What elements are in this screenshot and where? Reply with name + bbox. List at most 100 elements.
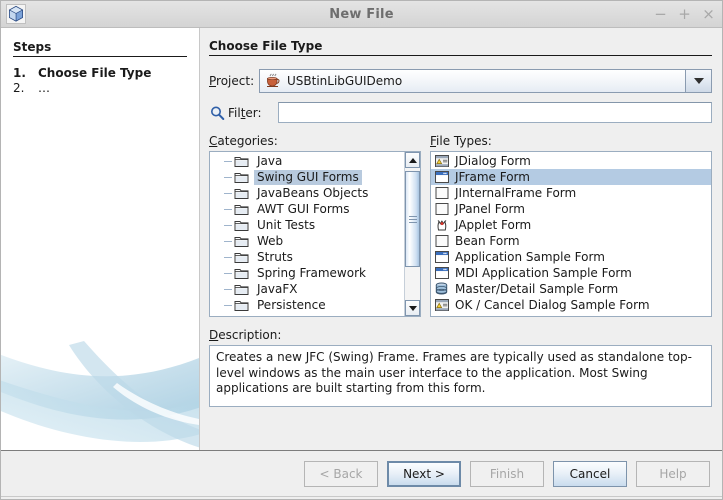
title-divider	[209, 55, 712, 56]
filter-label: Filter:	[228, 105, 262, 120]
scroll-down-button[interactable]	[405, 300, 420, 316]
categories-label: Categories:	[209, 134, 278, 148]
steps-panel: Steps 1. Choose File Type 2. …	[1, 28, 200, 450]
file-type-item[interactable]: JPanel Form	[431, 201, 711, 217]
categories-column: Categories: Java Swing GUI Forms JavaBeans…	[209, 134, 421, 317]
category-item[interactable]: Persistence	[210, 297, 404, 313]
category-item[interactable]: Spring Framework	[210, 265, 404, 281]
category-label: Unit Tests	[257, 217, 316, 232]
file-type-item[interactable]: JApplet Form	[431, 217, 711, 233]
category-label: Web	[257, 233, 284, 248]
category-item[interactable]: Unit Tests	[210, 217, 404, 233]
close-icon[interactable]: ×	[702, 6, 715, 22]
dialog-form-icon	[435, 155, 449, 167]
file-type-label: JPanel Form	[455, 202, 525, 216]
dialog-body: Steps 1. Choose File Type 2. … Choose Fi…	[1, 28, 722, 450]
cube-icon	[6, 4, 26, 24]
file-types-label: File Types:	[430, 134, 492, 148]
window-bottom-edge	[1, 496, 722, 499]
filter-input[interactable]	[278, 102, 712, 123]
mdi-application-icon	[435, 267, 449, 279]
project-combobox[interactable]: USBtinLibGUIDemo	[259, 69, 712, 93]
page-title: Choose File Type	[209, 39, 323, 53]
minimize-icon[interactable]: −	[654, 6, 667, 22]
folder-icon	[234, 300, 249, 311]
project-label: Project:	[209, 74, 255, 88]
folder-icon	[234, 220, 249, 231]
category-label: Persistence	[257, 297, 326, 312]
cancel-button[interactable]: Cancel	[553, 460, 627, 487]
file-type-item[interactable]: Master/Detail Sample Form	[431, 281, 711, 297]
step-label: …	[38, 81, 50, 95]
title-bar: New File − + ×	[1, 1, 722, 28]
category-item[interactable]: Struts	[210, 249, 404, 265]
file-types-list[interactable]: JDialog Form JFrame Form JInternalFrame Fo…	[430, 151, 712, 317]
help-button: Help	[636, 460, 710, 487]
file-type-item[interactable]: JDialog Form	[431, 153, 711, 169]
grip-icon	[408, 214, 417, 225]
file-type-item[interactable]: JInternalFrame Form	[431, 185, 711, 201]
step-number: 1.	[13, 66, 26, 80]
category-item[interactable]: Swing GUI Forms	[210, 169, 404, 185]
triangle-down-icon	[408, 305, 417, 311]
folder-icon	[234, 204, 249, 215]
frame-form-icon	[435, 171, 449, 183]
category-label: Struts	[257, 249, 293, 264]
maximize-icon[interactable]: +	[678, 6, 691, 22]
steps-divider	[13, 56, 187, 57]
java-coffee-cup-icon	[267, 73, 280, 87]
category-item[interactable]: JavaBeans Objects	[210, 185, 404, 201]
scrollbar-thumb[interactable]	[405, 171, 420, 267]
next-button[interactable]: Next >	[387, 460, 461, 487]
project-row: Project: USBtinLibGUIDemo	[209, 69, 712, 93]
category-item[interactable]: Web	[210, 233, 404, 249]
decorative-swoosh-graphic	[1, 341, 199, 448]
application-sample-icon	[435, 251, 449, 263]
category-label: Swing GUI Forms	[254, 169, 362, 185]
content-panel: Choose File Type Project: USBtinLibGUIDe…	[200, 28, 722, 450]
filter-row: Filter:	[209, 102, 712, 123]
step-number: 2.	[13, 81, 25, 95]
file-type-label: Application Sample Form	[455, 250, 605, 264]
folder-icon	[234, 284, 249, 295]
file-type-label: MDI Application Sample Form	[455, 266, 632, 280]
window-title: New File	[329, 6, 394, 22]
folder-icon	[234, 156, 249, 167]
file-type-label: JInternalFrame Form	[455, 186, 577, 200]
file-type-label: Bean Form	[455, 234, 520, 248]
file-type-item[interactable]: JFrame Form	[431, 169, 711, 185]
panel-form-icon	[435, 203, 449, 215]
applet-form-icon	[437, 220, 447, 231]
categories-scrollbar[interactable]	[404, 152, 420, 316]
database-icon	[435, 282, 448, 295]
file-type-label: OK / Cancel Dialog Sample Form	[455, 298, 650, 312]
file-type-item[interactable]: Bean Form	[431, 233, 711, 249]
category-label: Java	[257, 153, 283, 168]
project-combobox-value[interactable]: USBtinLibGUIDemo	[260, 70, 686, 92]
new-file-dialog: New File − + × Steps 1. Choose File Type…	[0, 0, 723, 500]
category-item[interactable]: Java	[210, 153, 404, 169]
folder-icon	[234, 268, 249, 279]
folder-icon	[234, 252, 249, 263]
scrollbar-track[interactable]	[405, 168, 420, 300]
file-type-item[interactable]: Application Sample Form	[431, 249, 711, 265]
step-item-2: 2. …	[13, 81, 199, 95]
project-dropdown-button[interactable]	[686, 70, 711, 92]
file-types-column: File Types: JDialog Form JFrame Form JInte…	[430, 134, 712, 317]
categories-list[interactable]: Java Swing GUI Forms JavaBeans Objects AWT …	[209, 151, 421, 317]
folder-icon	[234, 188, 249, 199]
steps-list: 1. Choose File Type 2. …	[13, 66, 199, 95]
internal-frame-icon	[435, 187, 449, 199]
scroll-up-button[interactable]	[405, 152, 420, 168]
description-label: Description:	[209, 328, 282, 342]
category-item[interactable]: AWT GUI Forms	[210, 201, 404, 217]
category-label: AWT GUI Forms	[257, 201, 350, 216]
finish-button: Finish	[470, 460, 544, 487]
file-type-label: Master/Detail Sample Form	[455, 282, 619, 296]
file-type-item[interactable]: MDI Application Sample Form	[431, 265, 711, 281]
file-type-label: JDialog Form	[455, 154, 531, 168]
file-type-item[interactable]: OK / Cancel Dialog Sample Form	[431, 297, 711, 313]
category-item[interactable]: JavaFX	[210, 281, 404, 297]
steps-heading: Steps	[13, 40, 52, 54]
dialog-form-icon	[435, 299, 449, 311]
